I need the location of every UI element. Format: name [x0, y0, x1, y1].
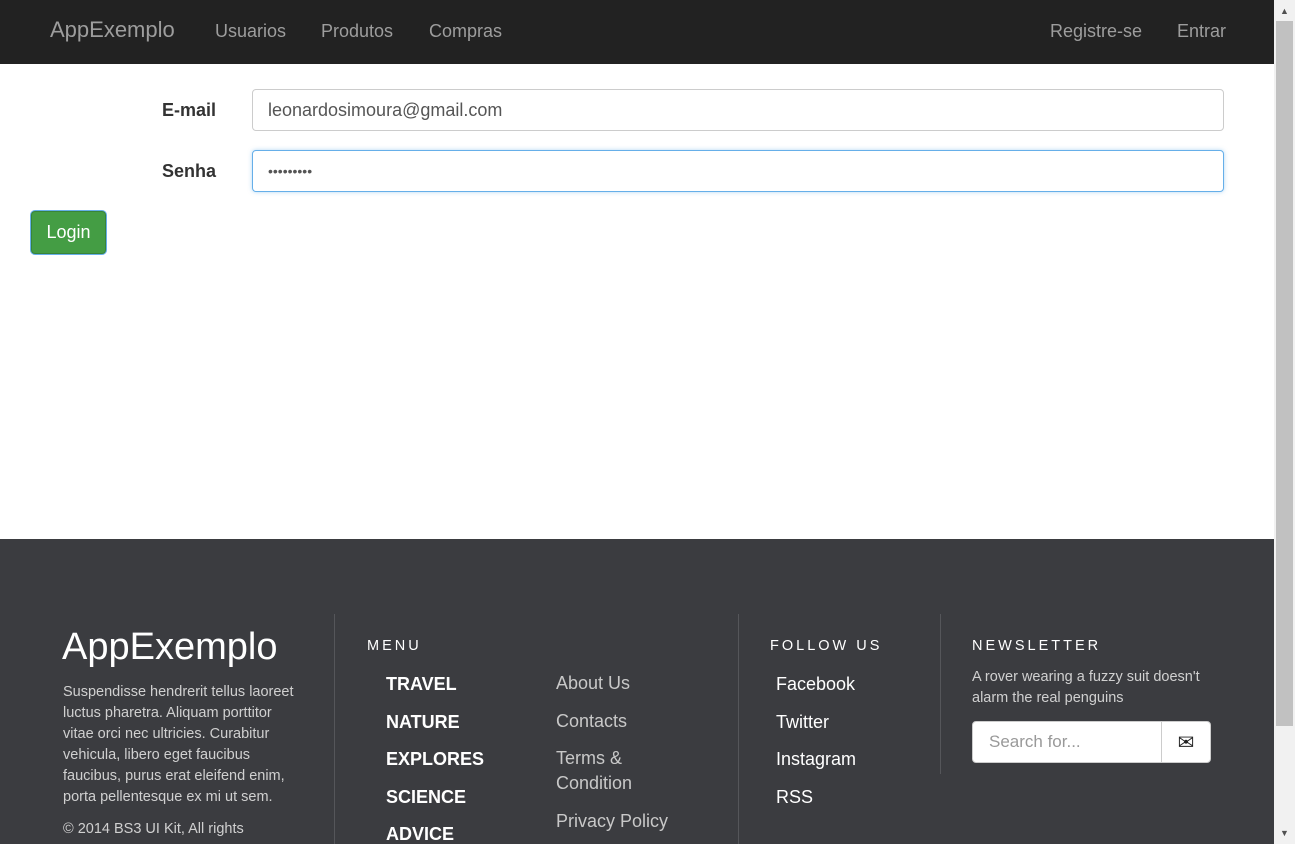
footer-newsletter-text: A rover wearing a fuzzy suit doesn't ala…	[972, 669, 1200, 706]
password-value: •••••••••	[268, 163, 313, 179]
footer-link-about-us[interactable]: About Us	[556, 671, 686, 696]
email-field[interactable]: leonardosimoura@gmail.com	[252, 89, 1224, 131]
scroll-up-arrow-icon[interactable]: ▲	[1274, 2, 1295, 19]
footer-copyright: © 2014 BS3 UI Kit, All rights	[63, 821, 244, 837]
search-placeholder: Search for...	[989, 732, 1081, 751]
footer-link-terms[interactable]: Terms & Condition	[556, 746, 686, 796]
nav-link-compras[interactable]: Compras	[429, 21, 502, 42]
nav-link-produtos[interactable]: Produtos	[321, 21, 393, 42]
footer-social-instagram[interactable]: Instagram	[776, 749, 856, 770]
top-navbar: AppExemplo Usuarios Produtos Compras Reg…	[0, 0, 1274, 64]
newsletter-send-button[interactable]: ✉	[1161, 721, 1211, 763]
footer-link-privacy[interactable]: Privacy Policy	[556, 809, 686, 834]
nav-link-usuarios[interactable]: Usuarios	[215, 21, 286, 42]
footer-link-contacts[interactable]: Contacts	[556, 709, 686, 734]
navbar-brand[interactable]: AppExemplo	[50, 17, 175, 43]
footer-brand: AppExemplo	[62, 626, 278, 668]
footer-description: Suspendisse hendrerit tellus laoreet luc…	[63, 684, 294, 805]
newsletter-search-input[interactable]: Search for...	[972, 721, 1162, 763]
footer-menu-explores[interactable]: EXPLORES	[386, 749, 484, 770]
nav-link-registre-se[interactable]: Registre-se	[1050, 21, 1142, 42]
envelope-icon: ✉	[1177, 731, 1195, 754]
footer: AppExemplo Suspendisse hendrerit tellus …	[0, 539, 1274, 844]
footer-social-facebook[interactable]: Facebook	[776, 674, 855, 695]
login-button[interactable]: Login	[31, 211, 106, 254]
footer-divider	[334, 614, 335, 844]
email-label: E-mail	[162, 100, 217, 120]
footer-menu-advice[interactable]: ADVICE	[386, 824, 454, 844]
footer-social-twitter[interactable]: Twitter	[776, 712, 829, 733]
footer-menu-heading: MENU	[367, 638, 422, 654]
scroll-thumb[interactable]	[1276, 21, 1293, 726]
footer-follow-heading: FOLLOW US	[770, 638, 883, 654]
footer-divider	[738, 614, 739, 844]
password-label: Senha	[162, 161, 217, 181]
footer-menu-science[interactable]: SCIENCE	[386, 787, 466, 808]
vertical-scrollbar[interactable]: ▲ ▼	[1274, 0, 1295, 844]
footer-newsletter-heading: NEWSLETTER	[972, 638, 1102, 654]
email-value: leonardosimoura@gmail.com	[268, 99, 503, 120]
footer-menu-nature[interactable]: NATURE	[386, 712, 460, 733]
scroll-down-arrow-icon[interactable]: ▼	[1274, 824, 1295, 841]
nav-link-entrar[interactable]: Entrar	[1177, 21, 1226, 42]
footer-social-rss[interactable]: RSS	[776, 787, 813, 808]
footer-divider	[940, 614, 941, 774]
footer-menu-travel[interactable]: TRAVEL	[386, 674, 457, 695]
password-field[interactable]: •••••••••	[252, 150, 1224, 192]
